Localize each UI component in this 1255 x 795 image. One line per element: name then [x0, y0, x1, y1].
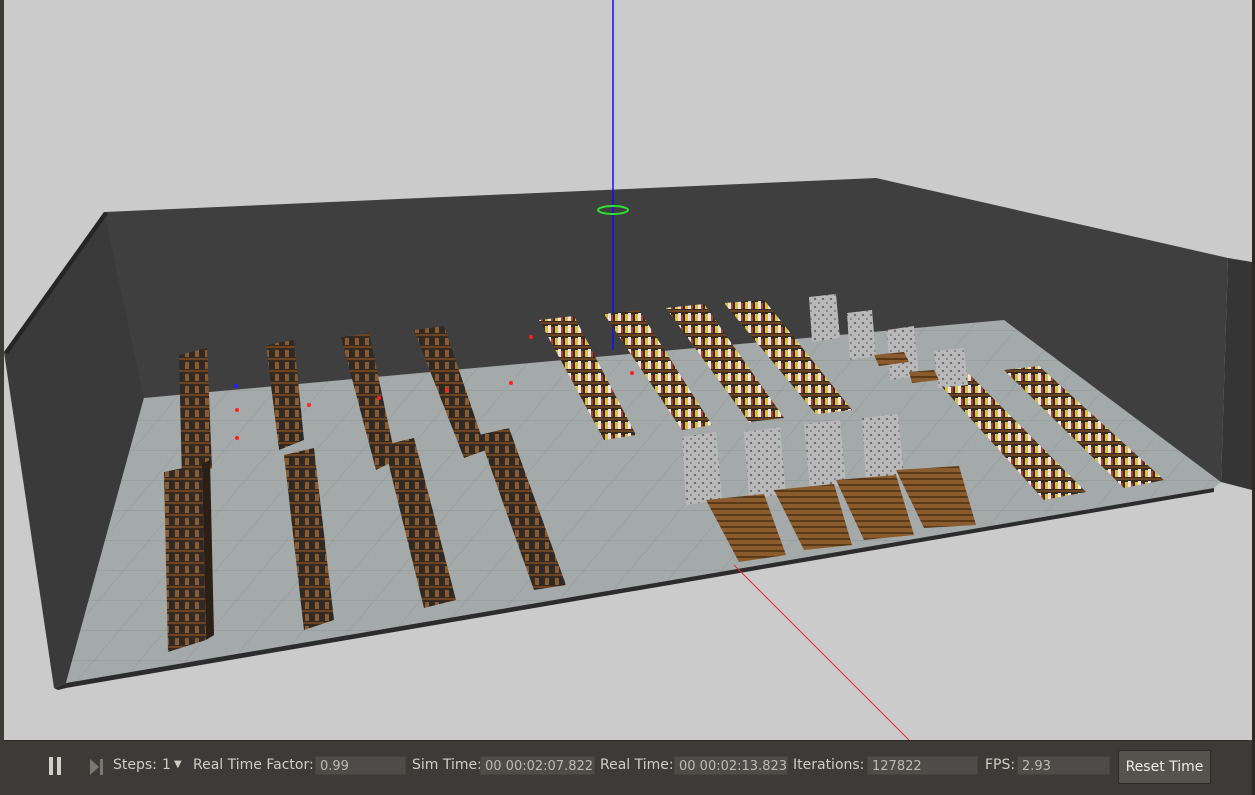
scene-render [4, 0, 1252, 740]
sim-time-label: Sim Time: [412, 757, 482, 773]
gazebo-window: Steps: 1 ▼ Real Time Factor: 0.99 Sim Ti… [0, 0, 1255, 795]
pause-button[interactable] [44, 753, 70, 779]
steps-label: Steps: [113, 757, 157, 773]
fps-field: 2.93 [1017, 756, 1110, 775]
real-time-factor-field: 0.99 [315, 756, 406, 775]
simulation-toolbar: Steps: 1 ▼ Real Time Factor: 0.99 Sim Ti… [4, 740, 1248, 792]
iterations-label: Iterations: [793, 757, 865, 773]
sim-time-field: 00 00:02:07.822 [480, 756, 595, 775]
step-button[interactable] [86, 753, 108, 779]
x-axis-line [733, 564, 910, 740]
real-time-factor-label: Real Time Factor: [193, 757, 314, 773]
step-forward-icon [90, 759, 103, 775]
blue-marker [234, 384, 238, 388]
real-time-field: 00 00:02:13.823 [674, 756, 788, 775]
real-time-label: Real Time: [600, 757, 674, 773]
iterations-field: 127822 [867, 756, 978, 775]
chevron-down-icon: ▼ [174, 759, 182, 770]
steps-value: 1 [162, 757, 171, 773]
fps-label: FPS: [985, 757, 1016, 773]
3d-viewport[interactable] [4, 0, 1252, 740]
steps-spinbox[interactable]: 1 ▼ [162, 754, 186, 776]
reset-time-button[interactable]: Reset Time [1118, 750, 1211, 784]
